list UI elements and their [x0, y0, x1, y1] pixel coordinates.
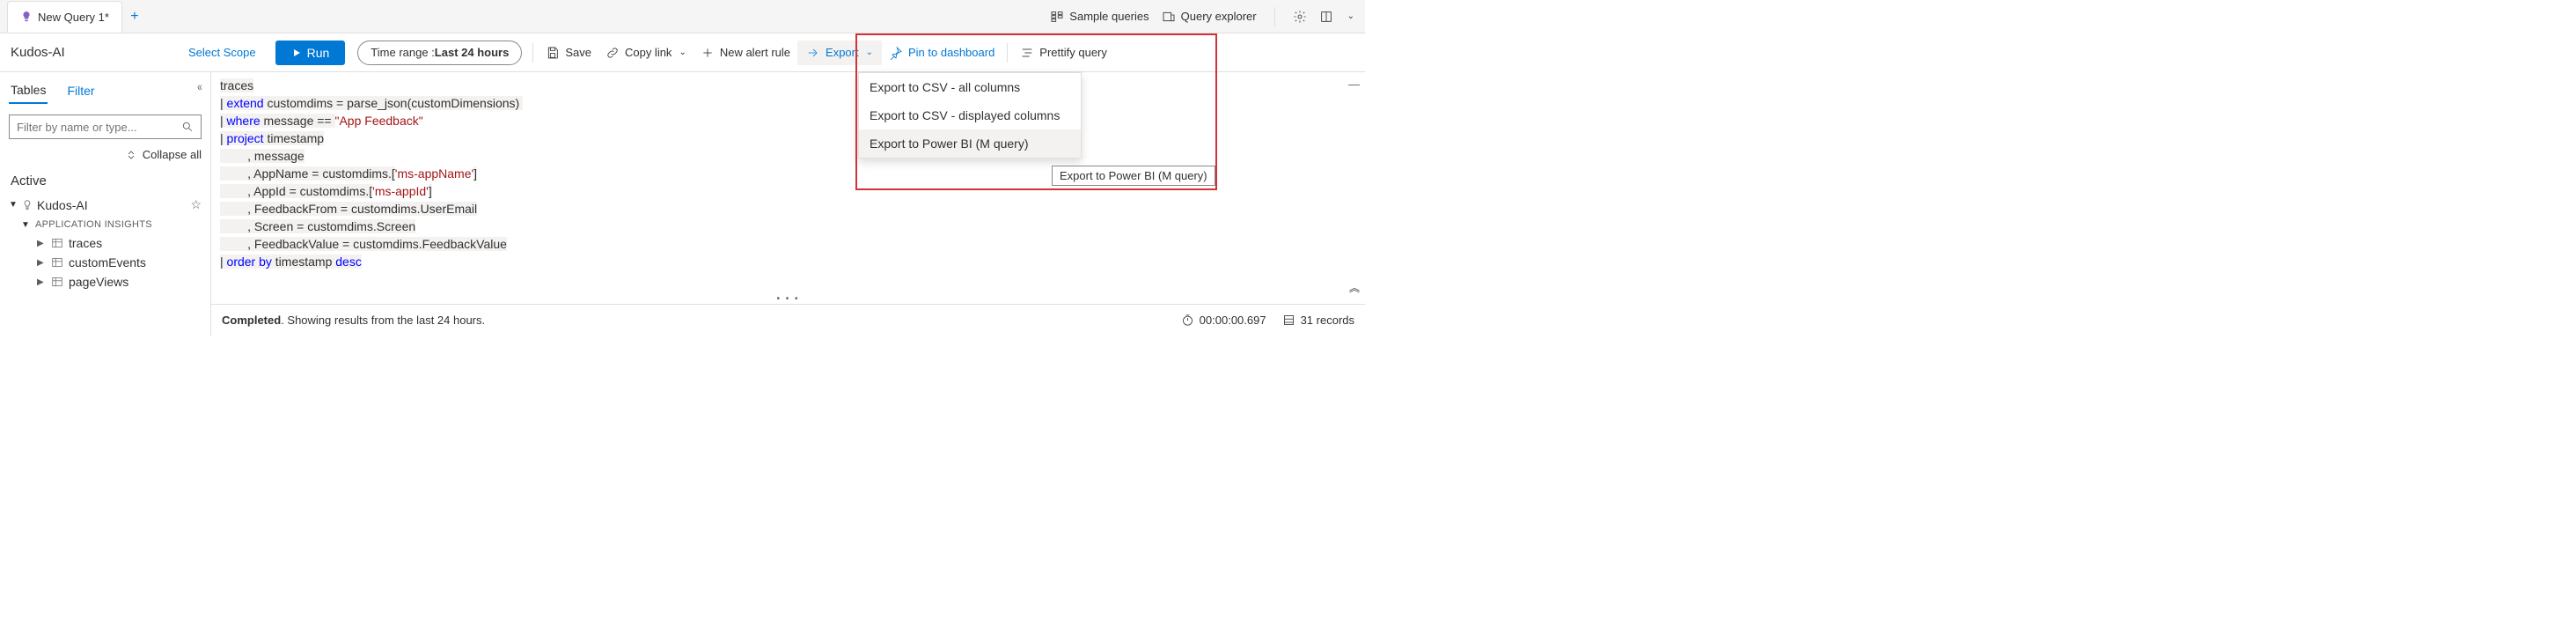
link-icon	[605, 46, 620, 60]
prettify-icon	[1020, 46, 1034, 60]
collapse-sidebar-button[interactable]: «	[197, 79, 202, 93]
separator	[1007, 43, 1008, 63]
leaf-label: traces	[69, 236, 102, 250]
active-tab[interactable]: New Query 1*	[7, 1, 122, 33]
new-alert-button[interactable]: New alert rule	[694, 41, 797, 65]
editor-area: — traces | extend customdims = parse_jso…	[211, 72, 1365, 336]
toolbar: Kudos-AI Select Scope Run Time range : L…	[0, 33, 1365, 72]
new-tab-button[interactable]: +	[122, 9, 147, 25]
export-tooltip: Export to Power BI (M query)	[1052, 166, 1215, 186]
export-csv-all[interactable]: Export to CSV - all columns	[859, 73, 1081, 101]
separator	[532, 43, 533, 63]
caret-right-icon: ▶	[37, 277, 46, 287]
leaf-traces[interactable]: ▶ traces	[9, 233, 202, 253]
status-completed: Completed	[222, 314, 281, 327]
tab-bar: New Query 1* + Sample queries Query expl…	[0, 0, 1365, 33]
status-duration: 00:00:00.697	[1181, 314, 1266, 327]
time-range-value: Last 24 hours	[435, 46, 510, 59]
collapse-icon	[125, 149, 137, 161]
time-range-pill[interactable]: Time range : Last 24 hours	[357, 41, 522, 65]
save-label: Save	[565, 46, 591, 59]
gear-icon	[1293, 10, 1307, 24]
table-icon	[51, 256, 63, 269]
status-records: 31 records	[1282, 314, 1354, 327]
run-label: Run	[307, 46, 330, 60]
status-bar: Completed. Showing results from the last…	[211, 304, 1365, 336]
pin-label: Pin to dashboard	[908, 46, 994, 59]
select-scope-link[interactable]: Select Scope	[176, 46, 268, 59]
new-alert-label: New alert rule	[720, 46, 790, 59]
leaf-label: customEvents	[69, 255, 146, 269]
status-text: . Showing results from the last 24 hours…	[281, 314, 485, 327]
export-csv-displayed[interactable]: Export to CSV - displayed columns	[859, 101, 1081, 129]
table-icon	[51, 276, 63, 288]
export-button[interactable]: Export ⌄	[797, 41, 882, 65]
search-icon	[181, 121, 194, 133]
save-icon	[546, 46, 560, 60]
scroll-up-button[interactable]: ︽	[1349, 280, 1360, 295]
prettify-button[interactable]: Prettify query	[1013, 41, 1114, 65]
tree-group-label: APPLICATION INSIGHTS	[33, 219, 152, 230]
prettify-label: Prettify query	[1039, 46, 1107, 59]
scope-name: Kudos-AI	[0, 45, 176, 60]
export-powerbi[interactable]: Export to Power BI (M query)	[859, 129, 1081, 158]
plus-icon	[701, 46, 715, 60]
lightbulb-icon	[20, 11, 33, 23]
editor-collapse-button[interactable]: —	[1348, 78, 1360, 91]
separator	[1274, 7, 1275, 26]
chevron-down-icon: ⌄	[679, 48, 686, 57]
queries-icon	[1050, 10, 1064, 24]
sidebar: « Tables Filter Collapse all Active ▼ Ku…	[0, 72, 211, 336]
caret-right-icon: ▶	[37, 239, 46, 248]
panel-button[interactable]	[1319, 10, 1333, 24]
sidebar-search[interactable]	[9, 114, 202, 139]
pin-icon	[889, 46, 903, 60]
chevron-button[interactable]: ⌄	[1346, 11, 1354, 21]
chevron-down-icon: ⌄	[1347, 11, 1354, 21]
time-range-label: Time range :	[371, 46, 435, 59]
query-explorer-label: Query explorer	[1181, 10, 1257, 23]
main-area: « Tables Filter Collapse all Active ▼ Ku…	[0, 72, 1365, 336]
leaf-pageviews[interactable]: ▶ pageViews	[9, 272, 202, 292]
leaf-label: pageViews	[69, 275, 128, 289]
sample-queries-button[interactable]: Sample queries	[1050, 10, 1149, 24]
caret-down-icon: ▼	[9, 200, 18, 210]
tab-title: New Query 1*	[38, 11, 109, 24]
active-section-label: Active	[11, 173, 202, 188]
tree-group-appinsights[interactable]: ▼ APPLICATION INSIGHTS	[9, 216, 202, 233]
book-icon	[1319, 10, 1333, 24]
export-label: Export	[826, 46, 859, 59]
save-button[interactable]: Save	[539, 41, 598, 65]
records-icon	[1282, 314, 1295, 327]
play-icon	[291, 48, 302, 58]
resize-handle[interactable]: • • •	[211, 294, 1365, 304]
sample-queries-label: Sample queries	[1069, 10, 1149, 23]
leaf-customevents[interactable]: ▶ customEvents	[9, 253, 202, 272]
chevron-down-icon: ⌄	[866, 48, 873, 57]
star-icon[interactable]: ☆	[190, 197, 202, 212]
lightbulb-icon	[21, 199, 33, 211]
caret-down-icon: ▼	[21, 220, 30, 230]
sidebar-search-input[interactable]	[17, 121, 181, 134]
copy-link-button[interactable]: Copy link ⌄	[598, 41, 694, 65]
explorer-icon	[1162, 10, 1176, 24]
run-button[interactable]: Run	[275, 41, 346, 65]
export-icon	[806, 46, 820, 60]
tab-filter[interactable]: Filter	[65, 78, 96, 103]
export-menu: Export to CSV - all columns Export to CS…	[858, 72, 1082, 159]
query-explorer-button[interactable]: Query explorer	[1162, 10, 1257, 24]
tree-root-kudos[interactable]: ▼ Kudos-AI ☆	[9, 194, 202, 216]
collapse-all-label: Collapse all	[143, 148, 202, 161]
collapse-all-button[interactable]: Collapse all	[9, 148, 202, 161]
tab-tables[interactable]: Tables	[9, 78, 48, 104]
table-icon	[51, 237, 63, 249]
pin-button[interactable]: Pin to dashboard	[882, 41, 1002, 65]
stopwatch-icon	[1181, 314, 1194, 327]
tree-root-label: Kudos-AI	[37, 198, 88, 212]
sidebar-tabs: Tables Filter	[9, 78, 202, 104]
copy-link-label: Copy link	[625, 46, 672, 59]
caret-right-icon: ▶	[37, 258, 46, 268]
settings-button[interactable]	[1293, 10, 1307, 24]
